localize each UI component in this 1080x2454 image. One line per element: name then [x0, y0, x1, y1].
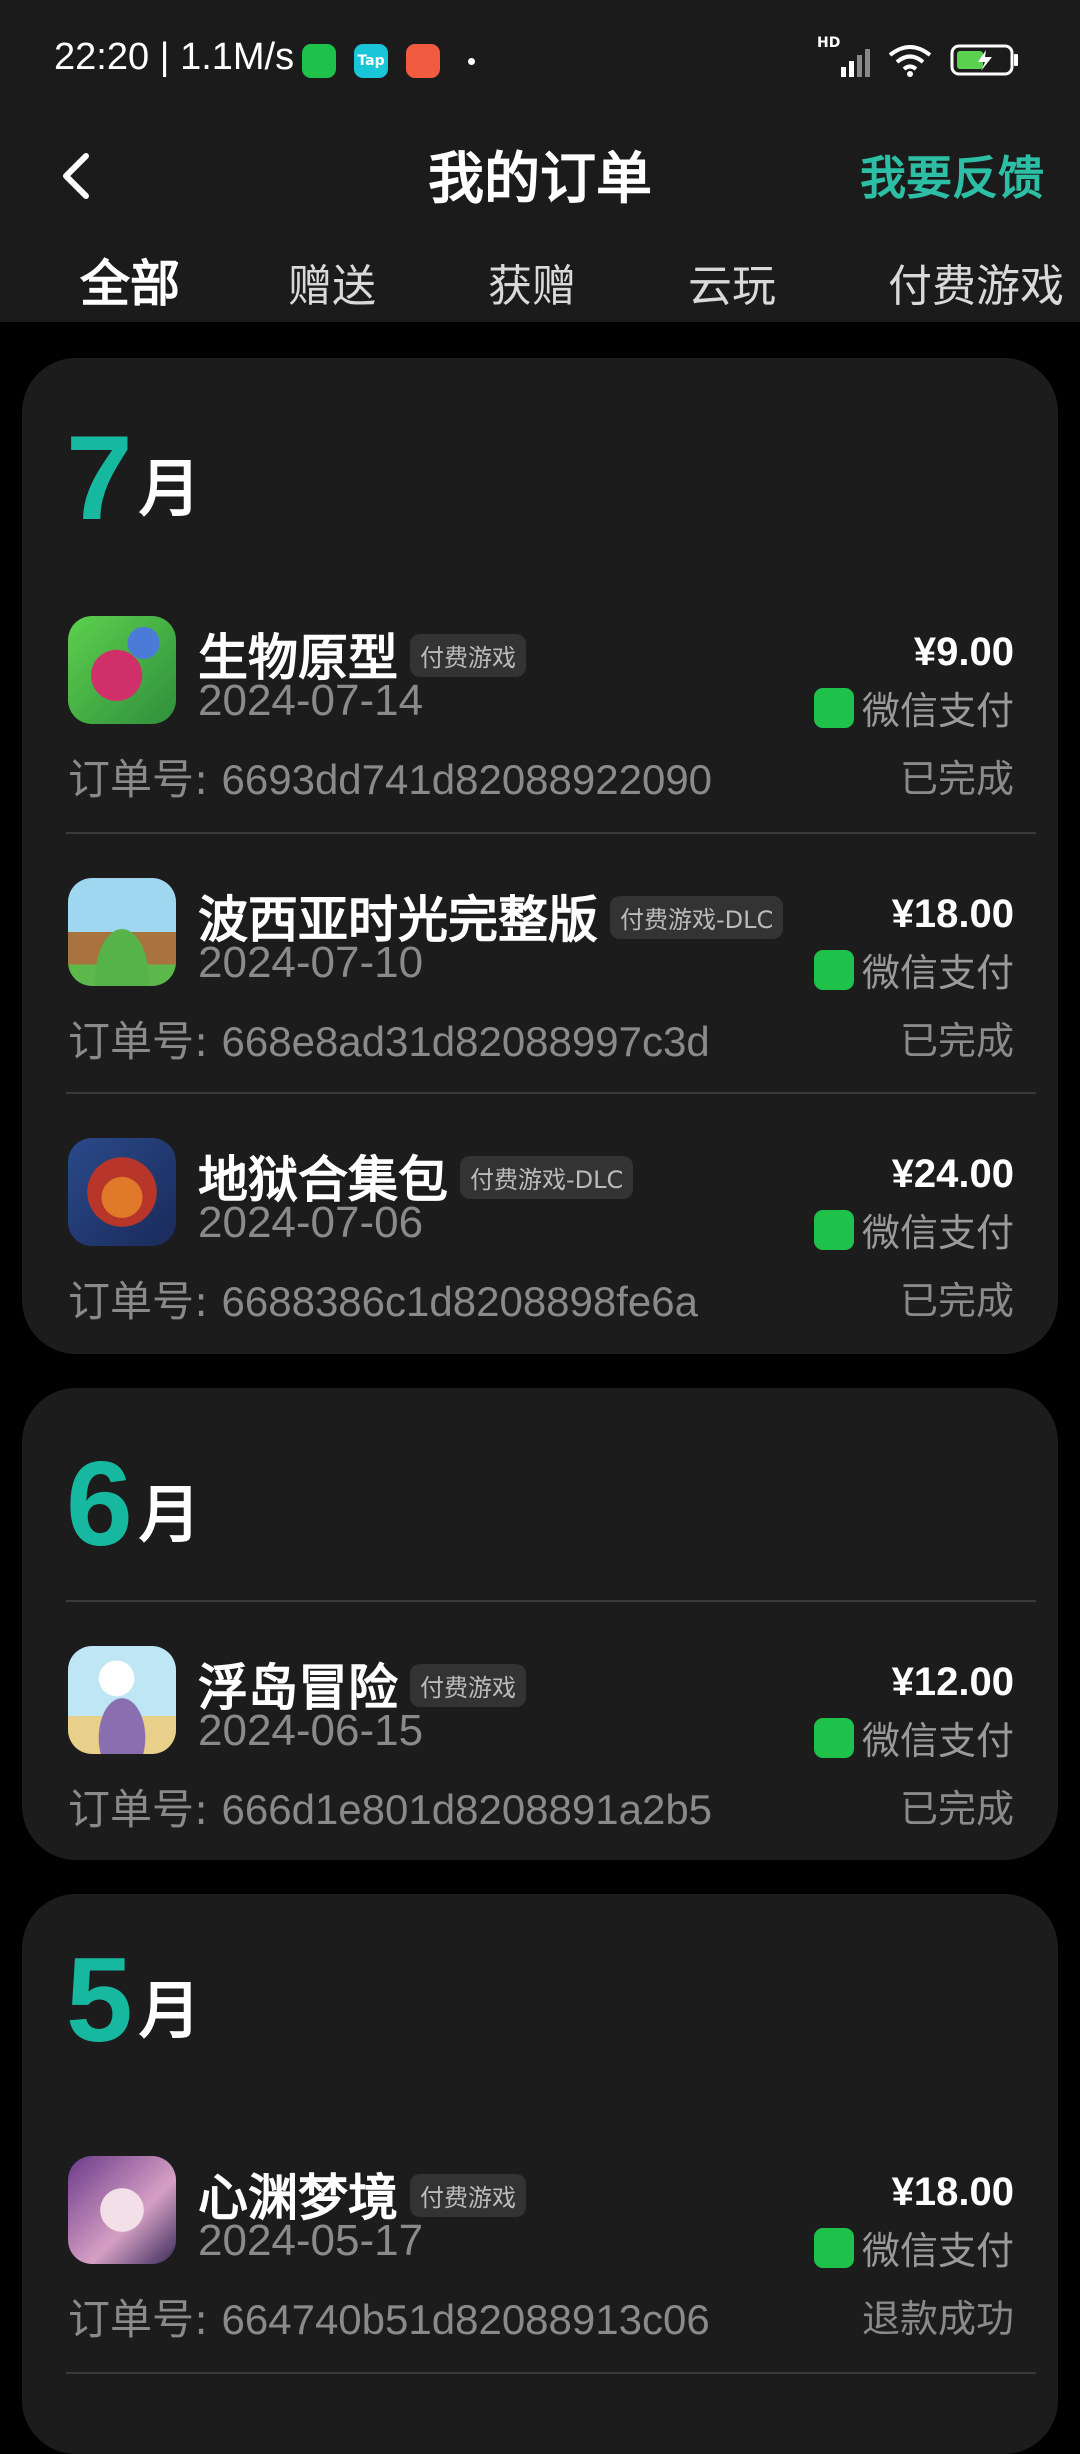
status-time: 22:20 | 1.1M/s [54, 36, 295, 78]
order-status: 已完成 [899, 1019, 1014, 1063]
order-date: 2024-07-14 [198, 676, 424, 725]
order-status: 已完成 [899, 757, 1014, 801]
game-icon [68, 2156, 176, 2264]
payment-method: 微信支付 [813, 2220, 1014, 2275]
tab-cloud-play[interactable]: 云玩 [688, 250, 776, 314]
month-header: 6 月 [66, 1444, 201, 1564]
order-number-label: 订单号: [68, 1277, 209, 1326]
divider [66, 2372, 1036, 2374]
order-number-value: 668e8ad31d82088997c3d [221, 1018, 710, 1065]
month-card-june: 6 月 浮岛冒险 付费游戏 2024-06-15 ¥12.00 微信支付 订单号:… [22, 1388, 1058, 1860]
order-number-label: 订单号: [68, 1785, 209, 1834]
tab-gift-sent[interactable]: 赠送 [288, 250, 376, 314]
tab-gift-received[interactable]: 获赠 [488, 250, 576, 314]
tab-paid-games[interactable]: 付费游戏 [888, 250, 1064, 314]
order-number: 订单号: 6693dd741d82088922090 [68, 746, 712, 807]
feedback-button[interactable]: 我要反馈 [860, 142, 1044, 208]
navigation-bar: 我的订单 我要反馈 [0, 126, 1080, 226]
order-price: ¥18.00 [891, 892, 1014, 936]
month-header: 5 月 [66, 1940, 201, 2060]
order-item[interactable]: 波西亚时光完整版 付费游戏-DLC 2024-07-10 ¥18.00 微信支付 … [22, 878, 1058, 1098]
more-notifications-dot [468, 58, 475, 65]
game-icon [68, 616, 176, 724]
order-status: 退款成功 [861, 2297, 1014, 2341]
month-number: 6 [66, 1437, 133, 1571]
month-header: 7 月 [66, 418, 201, 538]
order-item[interactable]: 地狱合集包 付费游戏-DLC 2024-07-06 ¥24.00 微信支付 订单号… [22, 1138, 1058, 1358]
wechat-pay-icon [813, 687, 854, 728]
payment-method: 微信支付 [813, 1710, 1014, 1765]
payment-method-text: 微信支付 [861, 1211, 1014, 1255]
tab-all-label: 全部 [80, 255, 180, 313]
wechat-pay-icon [813, 1717, 854, 1758]
order-type-tag: 付费游戏 [410, 634, 526, 677]
order-number: 订单号: 668e8ad31d82088997c3d [68, 1008, 710, 1069]
battery-icon [950, 44, 1018, 76]
wechat-notification-icon [302, 44, 336, 78]
system-icons: HD [817, 35, 1020, 80]
order-number-label: 订单号: [68, 2295, 209, 2344]
order-number: 订单号: 666d1e801d8208891a2b5 [68, 1776, 712, 1837]
order-number-value: 6688386c1d8208898fe6a [221, 1278, 698, 1325]
payment-method: 微信支付 [813, 1202, 1014, 1257]
divider [66, 1600, 1036, 1602]
order-number-value: 666d1e801d8208891a2b5 [221, 1786, 713, 1833]
tab-all[interactable]: 全部 [80, 244, 180, 316]
payment-method-text: 微信支付 [861, 2229, 1014, 2273]
game-icon [68, 1138, 176, 1246]
signal-icon: HD [817, 35, 870, 77]
month-number: 7 [66, 411, 133, 545]
month-unit: 月 [138, 452, 201, 525]
order-price: ¥18.00 [891, 2170, 1014, 2214]
order-number: 订单号: 664740b51d82088913c06 [68, 2286, 710, 2347]
order-number: 订单号: 6688386c1d8208898fe6a [68, 1268, 698, 1329]
order-price: ¥24.00 [891, 1152, 1014, 1196]
order-item[interactable]: 生物原型 付费游戏 2024-07-14 ¥9.00 微信支付 订单号: 6693… [22, 616, 1058, 836]
divider [66, 832, 1036, 834]
order-date: 2024-07-06 [198, 1198, 424, 1247]
payment-method-text: 微信支付 [861, 1719, 1014, 1763]
order-number-label: 订单号: [68, 755, 209, 804]
payment-method-text: 微信支付 [861, 689, 1014, 733]
month-unit: 月 [138, 1478, 201, 1551]
payment-method-text: 微信支付 [861, 951, 1014, 995]
payment-method: 微信支付 [813, 680, 1014, 735]
wechat-pay-icon [813, 2227, 854, 2268]
order-type-tag: 付费游戏-DLC [460, 1156, 634, 1199]
month-unit: 月 [138, 1974, 201, 2047]
game-icon [68, 878, 176, 986]
order-tabs: 全部 赠送 获赠 云玩 付费游戏 [0, 250, 1080, 322]
order-status: 已完成 [899, 1787, 1014, 1831]
gift-notification-icon [406, 44, 440, 78]
order-number-value: 6693dd741d82088922090 [221, 756, 713, 803]
order-price: ¥12.00 [891, 1660, 1014, 1704]
order-type-tag: 付费游戏-DLC [610, 896, 784, 939]
order-type-tag: 付费游戏 [410, 1664, 526, 1707]
order-status: 已完成 [899, 1279, 1014, 1323]
status-bar: 22:20 | 1.1M/s Tap HD [0, 0, 1080, 126]
game-icon [68, 1646, 176, 1754]
order-number-value: 664740b51d82088913c06 [221, 2296, 710, 2343]
order-date: 2024-05-17 [198, 2216, 424, 2265]
order-date: 2024-07-10 [198, 938, 424, 987]
divider [66, 1092, 1036, 1094]
order-type-tag: 付费游戏 [410, 2174, 526, 2217]
wifi-icon [888, 45, 932, 77]
month-card-july: 7 月 生物原型 付费游戏 2024-07-14 ¥9.00 微信支付 订单号: … [22, 358, 1058, 1354]
month-number: 5 [66, 1933, 133, 2067]
order-price: ¥9.00 [913, 630, 1014, 674]
wechat-pay-icon [813, 1209, 854, 1250]
order-item[interactable]: 浮岛冒险 付费游戏 2024-06-15 ¥12.00 微信支付 订单号: 666… [22, 1646, 1058, 1866]
order-number-label: 订单号: [68, 1017, 209, 1066]
app-header: 22:20 | 1.1M/s Tap HD 我的订单 我要反馈 全部 赠送 获赠… [0, 0, 1080, 322]
wechat-pay-icon [813, 949, 854, 990]
order-item[interactable]: 心渊梦境 付费游戏 2024-05-17 ¥18.00 微信支付 订单号: 664… [22, 2156, 1058, 2376]
order-date: 2024-06-15 [198, 1706, 424, 1755]
hd-label: HD [817, 35, 841, 51]
payment-method: 微信支付 [813, 942, 1014, 997]
month-card-may: 5 月 心渊梦境 付费游戏 2024-05-17 ¥18.00 微信支付 订单号:… [22, 1894, 1058, 2454]
taptap-notification-icon: Tap [354, 44, 388, 78]
